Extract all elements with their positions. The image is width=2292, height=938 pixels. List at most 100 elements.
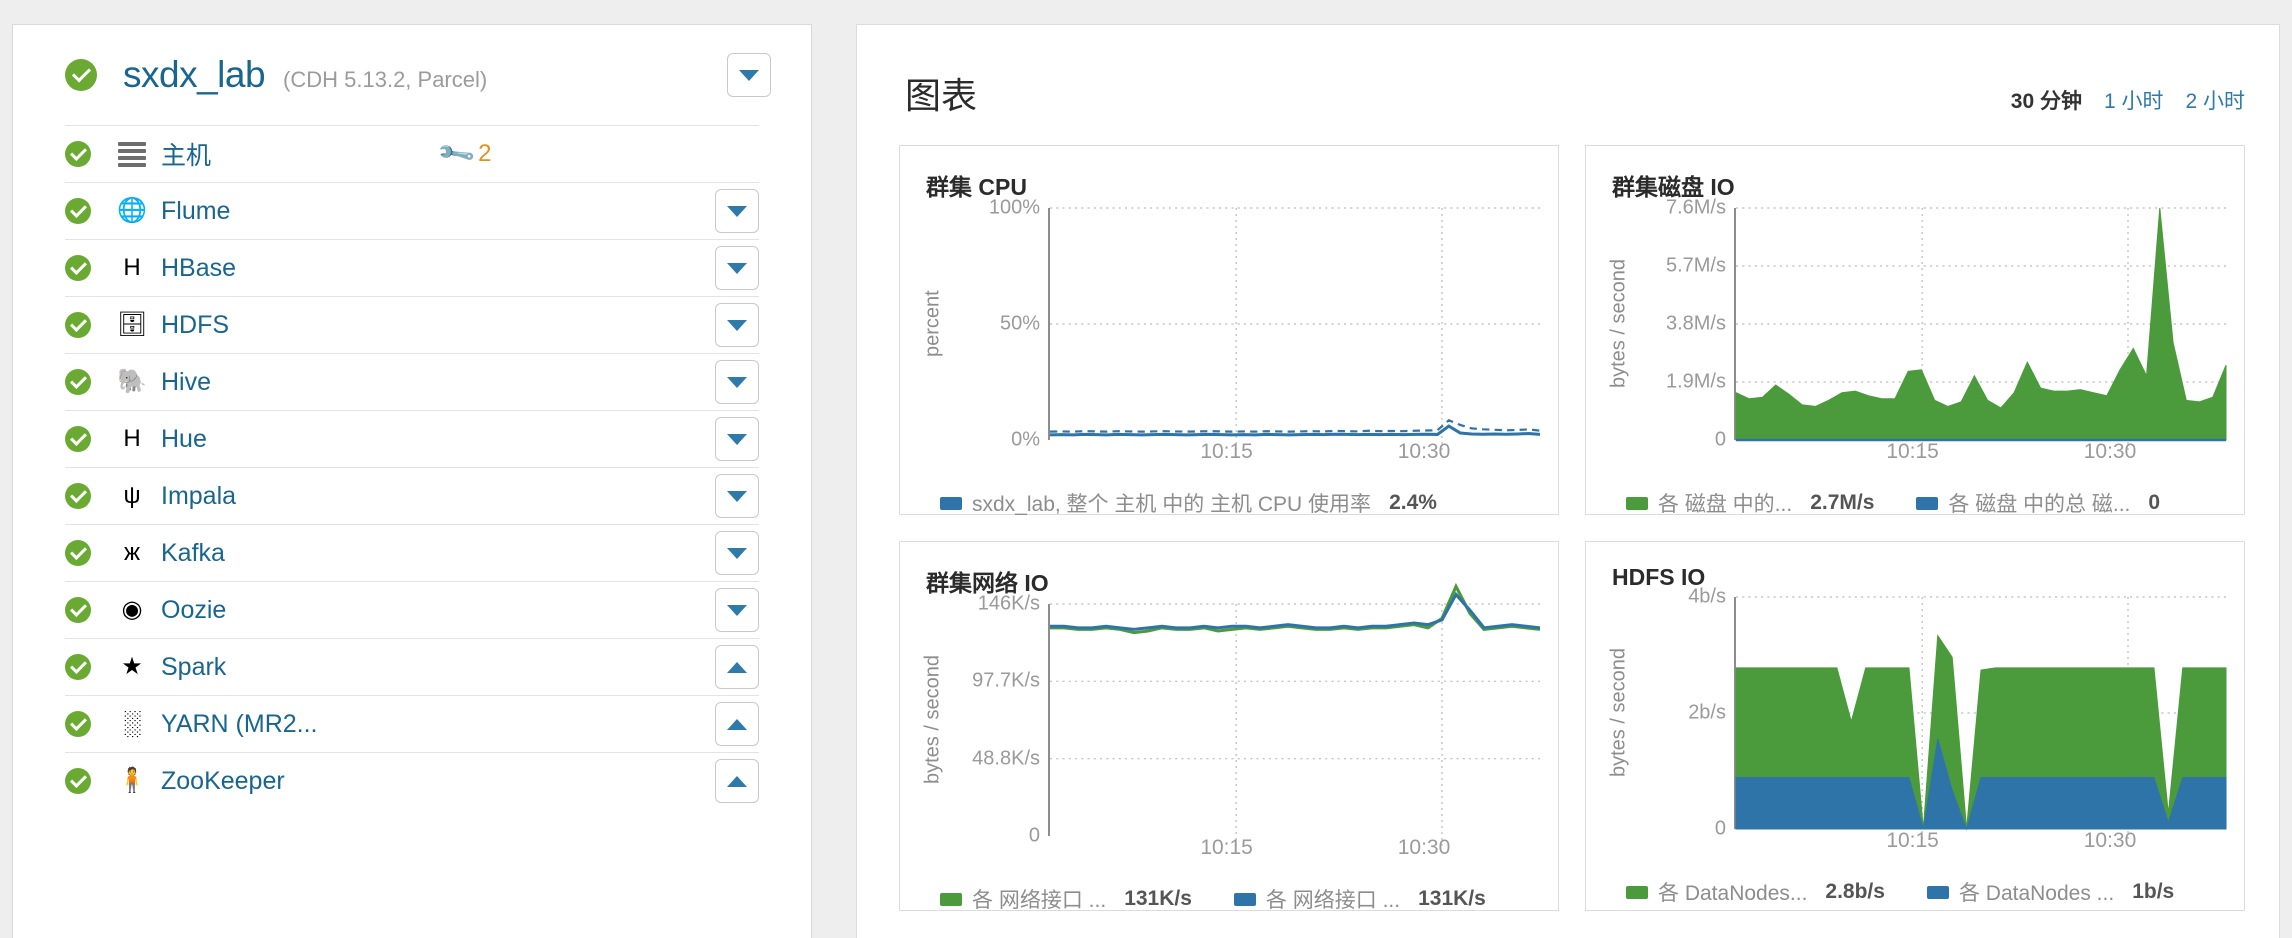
zookeeper-icon: 🧍 [117,767,147,794]
check-circle-icon [65,654,91,680]
y-axis-ticks: 0% 50% 100% [948,197,1048,451]
plot-area [1734,596,2227,843]
y-axis-tick: 3.8M/s [1665,312,1726,335]
sidebar-item-yarn-mr2[interactable]: ░ YARN (MR2... [65,695,759,752]
hive-icon: 🐘 [117,368,147,395]
x-axis-tick: 10:30 [2083,440,2137,463]
x-axis-ticks: 10:15 10:30 [1048,836,1540,870]
sidebar-item-spark[interactable]: ★ Spark [65,638,759,695]
chart-grid: 群集 CPU percent 0% 50% 100% 10:15 10:30 sxdx_lab… [857,119,2279,914]
legend-swatch [1233,892,1256,906]
y-axis-tick: 5.7M/s [1665,254,1726,277]
sidebar-item-label: ZooKeeper [161,766,285,795]
y-axis-tick: 48.8K/s [972,747,1040,770]
plot-svg [1735,207,2227,454]
service-actions-dropdown[interactable] [715,759,759,803]
cluster-version-label: (CDH 5.13.2, Parcel) [283,66,488,92]
sidebar-item-hive[interactable]: 🐘 Hive [65,353,759,410]
chart-legend-entry[interactable]: 各 DataNodes ... 1b/s [1926,877,2174,907]
chart-legend-entry[interactable]: 各 磁盘 中的总 磁... 0 [1916,488,2160,518]
hosts-config-badge[interactable]: 🔧 2 [436,133,492,174]
chart-card-hdfs-io[interactable]: HDFS IO bytes / second 0 2b/s 4b/s 10:15 10:30… [1585,541,2245,911]
legend-swatch [1626,496,1648,510]
chart-plot: bytes / second 0 1.9M/s 3.8M/s 5.7M/s 7.6M/s [1604,197,2227,454]
legend-swatch [940,496,962,510]
time-range-selector: 30 分钟 1 小时 2 小时 [2011,85,2245,115]
chart-legend: sxdx_lab, 整个 主机 中的 主机 CPU 使用率 2.4% [940,488,1540,518]
legend-value: 2.7M/s [1810,491,1875,514]
x-axis-ticks: 10:15 10:30 [1048,440,1540,474]
service-actions-dropdown[interactable] [715,645,759,689]
service-actions-dropdown[interactable] [715,360,759,404]
check-circle-icon [65,711,91,737]
wrench-icon: 🔧 [435,133,478,174]
y-axis-ticks: 0 2b/s 4b/s [1634,586,1734,840]
chart-legend-entry[interactable]: 各 磁盘 中的... 2.7M/s [1626,488,1874,518]
x-axis-tick: 10:15 [1200,836,1253,859]
service-actions-dropdown[interactable] [715,474,759,518]
cluster-actions-dropdown[interactable] [727,53,771,97]
service-actions-dropdown[interactable] [715,531,759,575]
impala-icon: ψ [123,482,141,509]
sidebar-item-label: HBase [161,253,237,282]
legend-value: 2.4% [1389,491,1437,514]
chevron-up-icon [727,775,747,787]
chart-legend-entry[interactable]: 各 网络接口 ... 131K/s [1233,884,1486,914]
chevron-down-icon [727,376,747,388]
plot-area [1734,207,2227,454]
legend-value: 2.8b/s [1825,880,1885,903]
x-axis-tick: 10:15 [1200,440,1253,463]
check-circle-icon [65,597,91,623]
service-actions-dropdown[interactable] [715,588,759,632]
sidebar-item-hue[interactable]: H Hue [65,410,759,467]
legend-value: 131K/s [1418,887,1486,910]
sidebar-item-hbase[interactable]: H HBase [65,239,759,296]
sidebar-item-hosts[interactable]: 主机 🔧 2 [65,125,759,182]
sidebar-item-flume[interactable]: 🌐 Flume [65,182,759,239]
chart-legend: 各 磁盘 中的... 2.7M/s 各 磁盘 中的总 磁... 0 [1626,488,2226,518]
charts-panel: 图表 30 分钟 1 小时 2 小时 群集 CPU percent 0% 50% 100% 1… [856,24,2280,938]
service-actions-dropdown[interactable] [715,303,759,347]
dashboard-page: sxdx_lab (CDH 5.13.2, Parcel) 主机 🔧 2 🌐 Fl… [0,0,2292,938]
chevron-down-icon [727,433,747,445]
sidebar-item-oozie[interactable]: ◉ Oozie [65,581,759,638]
legend-label: 各 磁盘 中的... [1658,493,1793,516]
service-actions-dropdown[interactable] [715,189,759,233]
legend-label: 各 DataNodes... [1658,882,1808,905]
chart-legend-entry[interactable]: sxdx_lab, 整个 主机 中的 主机 CPU 使用率 2.4% [940,488,1437,518]
check-circle-icon [65,768,91,794]
service-actions-dropdown[interactable] [715,417,759,461]
legend-value: 131K/s [1124,887,1192,910]
chevron-down-icon [727,604,747,616]
y-axis-label: bytes / second [1607,648,1630,778]
sidebar-item-hdfs[interactable]: 🗄 HDFS [65,296,759,353]
cluster-name-link[interactable]: sxdx_lab [123,54,266,96]
chart-card-cluster-network-io[interactable]: 群集网络 IO bytes / second 0 48.8K/s 97.7K/s 146K… [899,541,1559,914]
chart-plot: percent 0% 50% 100% [918,197,1541,454]
time-range-1小时[interactable]: 1 小时 [2104,85,2164,115]
chart-legend-entry[interactable]: 各 DataNodes... 2.8b/s [1626,877,1885,907]
chart-legend: 各 DataNodes... 2.8b/s 各 DataNodes ... 1b/s [1626,877,2226,907]
hbase-icon: H [123,254,141,281]
plot-area [1048,582,1541,850]
check-circle-icon [65,198,91,224]
chart-card-cluster-cpu[interactable]: 群集 CPU percent 0% 50% 100% 10:15 10:30 sxdx_lab… [899,145,1559,518]
service-actions-dropdown[interactable] [715,702,759,746]
spark-icon: ★ [121,653,143,680]
time-range-2小时[interactable]: 2 小时 [2185,85,2245,115]
y-axis-tick: 4b/s [1688,585,1726,608]
yarn-icon: ░ [123,710,141,737]
chevron-up-icon [727,661,747,673]
cluster-sidebar: sxdx_lab (CDH 5.13.2, Parcel) 主机 🔧 2 🌐 Fl… [12,24,812,938]
kafka-icon: ж [123,539,141,566]
check-circle-icon [65,426,91,452]
sidebar-item-zookeeper[interactable]: 🧍 ZooKeeper [65,752,759,809]
sidebar-item-impala[interactable]: ψ Impala [65,467,759,524]
time-range-30分钟[interactable]: 30 分钟 [2011,85,2082,115]
sidebar-item-label: Hue [161,424,207,453]
chart-card-cluster-disk-io[interactable]: 群集磁盘 IO bytes / second 0 1.9M/s 3.8M/s 5.7M/s… [1585,145,2245,518]
sidebar-item-kafka[interactable]: ж Kafka [65,524,759,581]
service-actions-dropdown[interactable] [715,246,759,290]
cluster-header-row[interactable]: sxdx_lab (CDH 5.13.2, Parcel) [13,25,811,125]
chart-legend-entry[interactable]: 各 网络接口 ... 131K/s [940,884,1192,914]
